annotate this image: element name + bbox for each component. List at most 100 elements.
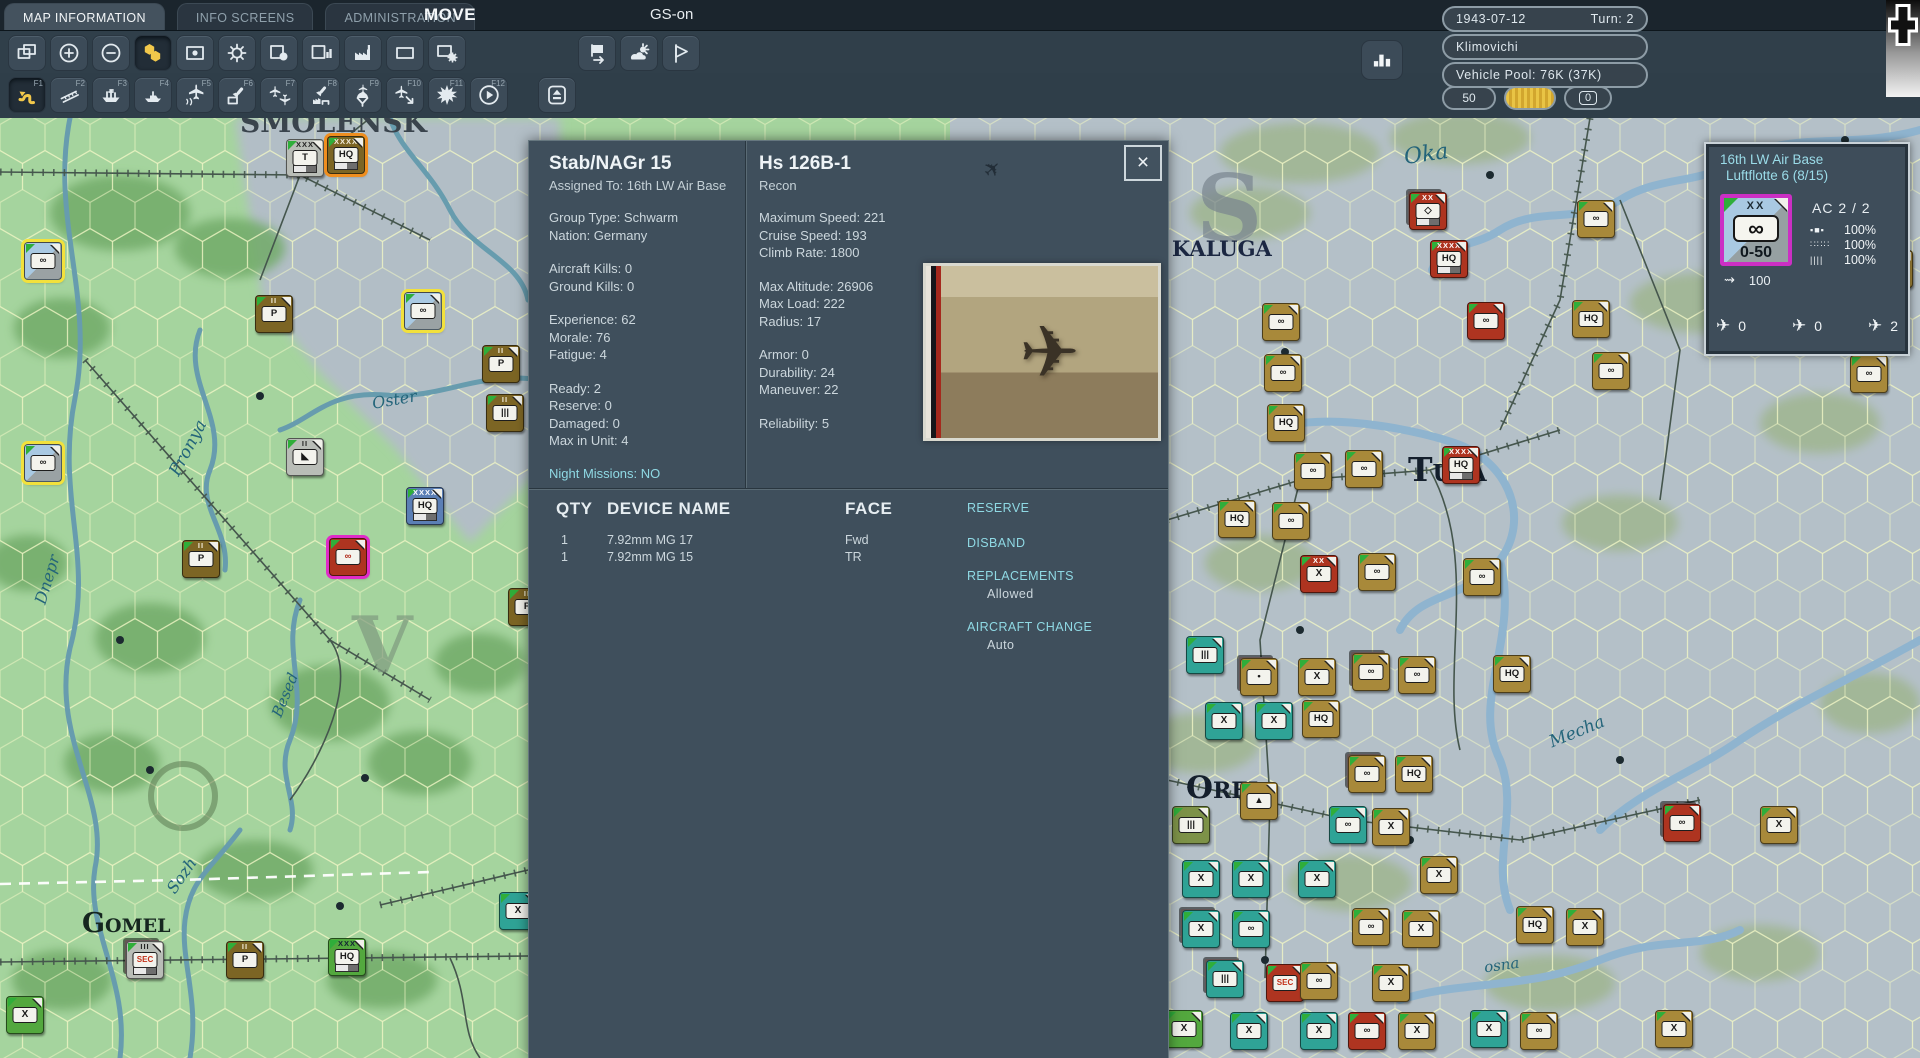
map-unit-counter-infantry[interactable]: X bbox=[1298, 860, 1336, 898]
map-unit-counter-airbase[interactable]: ∞ bbox=[1358, 553, 1396, 591]
terrain-button[interactable] bbox=[1504, 86, 1556, 110]
map-unit-counter-security[interactable]: SEC bbox=[1266, 964, 1304, 1002]
toolbar-button-stats-box-icon[interactable] bbox=[302, 35, 340, 71]
toolbar-button-hex-overlay-icon[interactable] bbox=[134, 35, 172, 71]
map-unit-counter-hq[interactable]: XXXX HQ bbox=[327, 136, 365, 174]
toolbar-button-rail-icon[interactable]: F2 bbox=[50, 77, 88, 113]
airbase-counter[interactable]: XX ∞ 0-50 bbox=[1720, 194, 1792, 266]
toolbar-button-gear-icon[interactable] bbox=[218, 35, 256, 71]
toolbar-button-unit-box-icon[interactable] bbox=[260, 35, 298, 71]
map-unit-counter-hq[interactable]: XXX HQ bbox=[328, 938, 366, 976]
map-unit-counter-hq[interactable]: HQ bbox=[1572, 300, 1610, 338]
map-unit-counter-airbase[interactable]: ∞ bbox=[1300, 962, 1338, 1000]
map-unit-counter-hq[interactable]: HQ bbox=[1218, 500, 1256, 538]
map-unit-counter-airbase[interactable]: ∞ bbox=[1463, 558, 1501, 596]
map-unit-counter-hq[interactable]: HQ bbox=[1516, 906, 1554, 944]
map-unit-counter-hq[interactable]: HQ bbox=[1267, 404, 1305, 442]
action-aircraft-change[interactable]: AIRCRAFT CHANGEAuto bbox=[967, 620, 1092, 652]
map-unit-counter-hq[interactable]: HQ bbox=[1395, 755, 1433, 793]
map-unit-counter-artillery[interactable]: ||| bbox=[1172, 806, 1210, 844]
map-unit-counter-pioneer[interactable]: II P bbox=[482, 345, 520, 383]
map-unit-counter-armor[interactable]: XX ◇ bbox=[1409, 192, 1447, 230]
map-unit-counter-airbase[interactable]: ∞ bbox=[1520, 1012, 1558, 1050]
map-unit-counter-airbase[interactable]: ∞ bbox=[1592, 352, 1630, 390]
map-unit-counter-artillery[interactable]: II ||| bbox=[486, 394, 524, 432]
toolbar-button-frame-icon[interactable] bbox=[386, 35, 424, 71]
toolbar-button-pennant-icon[interactable] bbox=[662, 35, 700, 71]
map-unit-counter-artillery[interactable]: ||| bbox=[1206, 960, 1244, 998]
map-unit-counter-infantry[interactable]: X bbox=[1470, 1010, 1508, 1048]
map-unit-counter-airbase[interactable]: ∞ bbox=[1398, 656, 1436, 694]
map-unit-counter-airbase[interactable]: ∞ bbox=[1352, 908, 1390, 946]
toolbar-button-weather-icon[interactable] bbox=[620, 35, 658, 71]
toolbar-button-route-icon[interactable]: F1 bbox=[8, 77, 46, 113]
map-unit-counter-airbase[interactable]: ∞ bbox=[404, 292, 442, 330]
map-unit-counter-artillery[interactable]: ||| bbox=[1186, 636, 1224, 674]
toolbar-button-zoom-in-icon[interactable] bbox=[50, 35, 88, 71]
map-unit-counter-pioneer[interactable]: II P bbox=[226, 941, 264, 979]
menu-tab-map-information[interactable]: MAP INFORMATION bbox=[4, 3, 165, 31]
toolbar-button-jump-box-icon[interactable] bbox=[176, 35, 214, 71]
map-unit-counter-airbase[interactable]: ∞ bbox=[1294, 452, 1332, 490]
toolbar-button-boat-icon[interactable]: F4 bbox=[134, 77, 172, 113]
counter-mode-button[interactable]: 0 bbox=[1564, 86, 1612, 110]
map-unit-counter-airbase[interactable]: ∞ bbox=[24, 242, 62, 280]
map-unit-counter-airbase[interactable]: ∞ bbox=[1232, 910, 1270, 948]
hex-map[interactable]: SV SMOLENSKGomelKALUGATulaOrel PronyaOst… bbox=[0, 118, 1920, 1058]
map-unit-counter-infantry[interactable]: X bbox=[1420, 856, 1458, 894]
map-unit-counter-airbase[interactable]: ∞ bbox=[1352, 653, 1390, 691]
map-unit-counter-infantry[interactable]: XX X bbox=[1300, 555, 1338, 593]
map-unit-counter-airbase[interactable]: ∞ bbox=[1329, 806, 1367, 844]
toolbar-button-air-recon-icon[interactable]: F5 bbox=[176, 77, 214, 113]
map-unit-counter-infantry[interactable]: X bbox=[1655, 1010, 1693, 1048]
toolbar-button-ship-icon[interactable]: F3 bbox=[92, 77, 130, 113]
map-unit-counter-infantry[interactable]: X bbox=[1230, 1012, 1268, 1050]
gs-toggle[interactable]: GS-on bbox=[650, 6, 693, 23]
toolbar-button-bomb-box-icon[interactable]: F6 bbox=[218, 77, 256, 113]
map-unit-counter-hq[interactable]: XXXX HQ bbox=[1430, 240, 1468, 278]
toolbar-button-strike-icon[interactable]: F11 bbox=[428, 77, 466, 113]
toolbar-button-flag-move-icon[interactable] bbox=[578, 35, 616, 71]
map-unit-counter-infantry[interactable]: X bbox=[1298, 658, 1336, 696]
map-unit-counter-infantry[interactable]: X bbox=[1566, 908, 1604, 946]
map-unit-counter-transport[interactable]: • bbox=[1240, 658, 1278, 696]
map-unit-counter-infantry[interactable]: X bbox=[1372, 964, 1410, 1002]
map-unit-counter-infantry[interactable]: X bbox=[1402, 910, 1440, 948]
map-unit-counter-infantry[interactable]: X bbox=[1398, 1012, 1436, 1050]
map-unit-counter-hq[interactable]: XXXX HQ bbox=[406, 487, 444, 525]
toolbar-button-bomb-city-icon[interactable]: F8 bbox=[302, 77, 340, 113]
map-unit-counter-airbase[interactable]: ∞ bbox=[1272, 502, 1310, 540]
night-missions[interactable]: Night Missions: NO bbox=[549, 466, 739, 481]
map-unit-counter-airbase[interactable]: ∞ bbox=[1264, 354, 1302, 392]
map-unit-counter-airbase[interactable]: ∞ bbox=[1348, 755, 1386, 793]
toolbar-button-screen-gear-icon[interactable] bbox=[428, 35, 466, 71]
map-unit-counter-infantry[interactable]: X bbox=[1255, 702, 1293, 740]
map-unit-counter-airgroup[interactable]: ∞ bbox=[329, 538, 367, 576]
toolbar-button-zoom-out-icon[interactable] bbox=[92, 35, 130, 71]
toolbar-button-next-turn-icon[interactable]: F12 bbox=[470, 77, 508, 113]
mode-label[interactable]: MOVE bbox=[424, 5, 476, 25]
toolbar-button-eject-icon[interactable] bbox=[538, 77, 576, 113]
map-unit-counter-infantry[interactable]: X bbox=[1760, 806, 1798, 844]
map-unit-counter-pioneer[interactable]: II P bbox=[255, 295, 293, 333]
map-unit-counter-infantry[interactable]: X bbox=[1182, 860, 1220, 898]
map-unit-counter-airbase[interactable]: ∞ bbox=[1262, 303, 1300, 341]
toolbar-button-windows-icon[interactable] bbox=[8, 35, 46, 71]
map-unit-counter-signal[interactable]: II ◣ bbox=[286, 438, 324, 476]
toolbar-button-air-move-icon[interactable]: F10 bbox=[386, 77, 424, 113]
map-unit-counter-hq[interactable]: HQ bbox=[1493, 655, 1531, 693]
map-unit-counter-airbase[interactable]: ∞ bbox=[1348, 1012, 1386, 1050]
map-unit-counter-pioneer[interactable]: II P bbox=[182, 540, 220, 578]
action-disband[interactable]: DISBAND bbox=[967, 536, 1025, 550]
map-unit-counter-airbase[interactable]: ∞ bbox=[1345, 450, 1383, 488]
action-reserve[interactable]: RESERVE bbox=[967, 501, 1029, 515]
action-replacements[interactable]: REPLACEMENTSAllowed bbox=[967, 569, 1074, 601]
map-unit-counter-infantry[interactable]: X bbox=[1232, 860, 1270, 898]
map-unit-counter-airbase[interactable]: ∞ bbox=[1577, 200, 1615, 238]
map-unit-counter-infantry[interactable]: X bbox=[1205, 702, 1243, 740]
toolbar-button-air-transfer-icon[interactable]: F7 bbox=[260, 77, 298, 113]
airbase-command[interactable]: Luftflotte 6 (8/15) bbox=[1726, 168, 1908, 183]
map-unit-counter-airbase[interactable]: ∞ bbox=[1467, 302, 1505, 340]
map-unit-counter-infantry[interactable]: X bbox=[1182, 910, 1220, 948]
close-icon[interactable]: × bbox=[1124, 145, 1162, 181]
